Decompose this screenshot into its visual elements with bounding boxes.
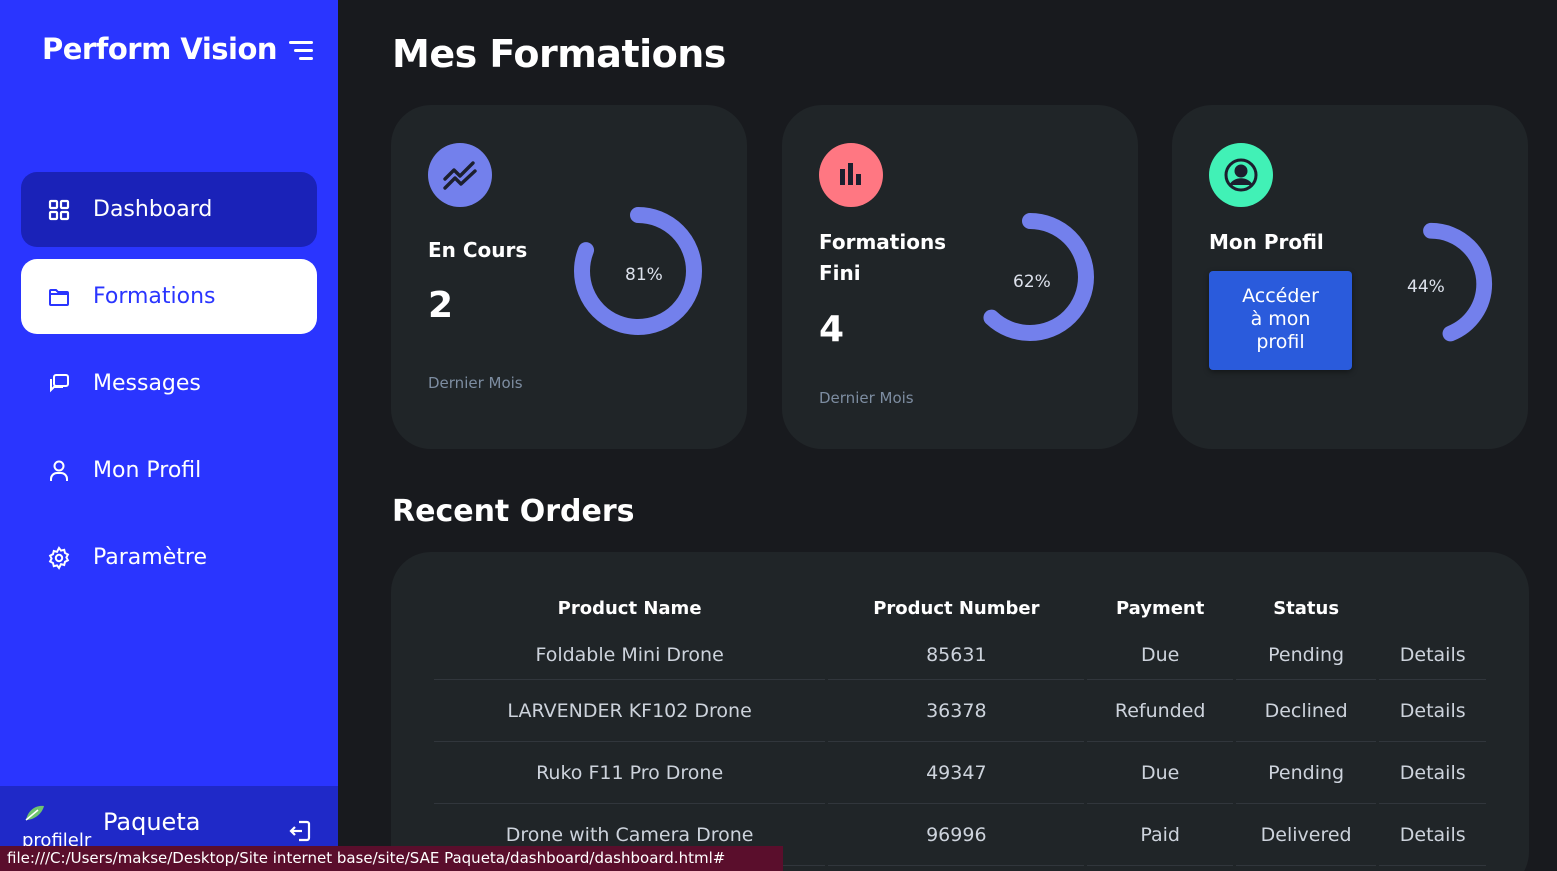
sidebar-item-parametre[interactable]: Paramètre <box>21 520 317 595</box>
card-formations-fini: Formations Fini 4 Dernier Mois 62% <box>782 105 1138 449</box>
access-profile-button[interactable]: Accéder à mon profil <box>1209 271 1352 370</box>
details-link[interactable]: Details <box>1379 804 1486 866</box>
progress-percent: 44% <box>1407 277 1445 297</box>
progress-percent: 81% <box>625 265 663 285</box>
column-header: Status <box>1273 597 1340 619</box>
trending-icon <box>428 143 492 207</box>
main-content: Mes Formations En Cours 2 Dernier Mois 8… <box>338 0 1557 871</box>
card-title-line: Formations <box>819 230 947 254</box>
table-header-row: Product Name Product Number Payment Stat… <box>434 586 1486 630</box>
grid-icon <box>48 199 70 220</box>
orders-card: Product Name Product Number Payment Stat… <box>391 552 1529 871</box>
brand-logo[interactable]: Perform Vision <box>42 32 278 66</box>
browser-status-url: file:///C:/Users/makse/Desktop/Site inte… <box>0 846 783 871</box>
column-header: Product Number <box>873 597 1040 619</box>
product-number: 85631 <box>828 630 1085 680</box>
payment: Refunded <box>1087 680 1233 742</box>
card-title: Formations Fini <box>819 227 946 289</box>
sidebar-item-label: Dashboard <box>93 197 213 222</box>
payment: Due <box>1087 742 1233 804</box>
sidebar-item-dashboard[interactable]: Dashboard <box>21 172 317 247</box>
status: Pending <box>1235 630 1377 680</box>
product-name: Ruko F11 Pro Drone <box>434 742 826 804</box>
card-value: 2 <box>428 285 454 326</box>
sidebar-item-formations[interactable]: Formations <box>21 259 317 334</box>
product-number: 96996 <box>828 804 1085 866</box>
card-value: 4 <box>819 309 845 350</box>
sidebar-item-label: Messages <box>93 371 201 396</box>
product-number: 49347 <box>828 742 1085 804</box>
sidebar-item-messages[interactable]: Messages <box>21 346 317 421</box>
sidebar-item-mon-profil[interactable]: Mon Profil <box>21 433 317 508</box>
page-title: Mes Formations <box>392 32 726 76</box>
product-number: 36378 <box>828 680 1085 742</box>
section-title-recent-orders: Recent Orders <box>392 494 635 529</box>
user-icon <box>50 460 68 481</box>
folder-icon <box>49 288 69 306</box>
details-link[interactable]: Details <box>1379 742 1486 804</box>
card-title-line: Fini <box>819 261 861 285</box>
menu-toggle-icon[interactable] <box>287 41 313 63</box>
details-link[interactable]: Details <box>1379 630 1486 680</box>
column-header: Payment <box>1115 597 1205 619</box>
user-circle-icon <box>1209 143 1273 207</box>
status: Delivered <box>1235 804 1377 866</box>
sidebar-item-label: Paramètre <box>93 545 207 570</box>
button-label-line: Accéder <box>1242 285 1319 307</box>
card-title: En Cours <box>428 238 528 262</box>
table-row: LARVENDER KF102 Drone 36378 Refunded Dec… <box>434 680 1486 742</box>
card-mon-profil: Mon Profil Accéder à mon profil 44% <box>1172 105 1528 449</box>
gear-icon <box>48 545 70 570</box>
details-link[interactable]: Details <box>1379 680 1486 742</box>
product-name: LARVENDER KF102 Drone <box>434 680 826 742</box>
card-en-cours: En Cours 2 Dernier Mois 81% <box>391 105 747 449</box>
payment: Due <box>1087 630 1233 680</box>
button-label-line: profil <box>1256 331 1305 353</box>
card-subtitle: Dernier Mois <box>819 389 914 407</box>
column-header <box>1379 586 1486 630</box>
table-row: Ruko F11 Pro Drone 49347 Due Pending Det… <box>434 742 1486 804</box>
sidebar-item-label: Formations <box>93 284 216 309</box>
sidebar: Perform Vision Dashboard Formations Mess… <box>0 0 338 871</box>
status: Pending <box>1235 742 1377 804</box>
card-title: Mon Profil <box>1209 230 1324 254</box>
bar-chart-icon <box>819 143 883 207</box>
messages-icon <box>50 373 69 392</box>
broken-image-icon <box>25 805 44 821</box>
button-label-line: à mon <box>1250 308 1311 330</box>
user-name: Paqueta <box>103 808 201 836</box>
card-subtitle: Dernier Mois <box>428 374 523 392</box>
orders-table: Product Name Product Number Payment Stat… <box>431 586 1489 866</box>
logout-icon[interactable] <box>287 818 313 844</box>
column-header: Product Name <box>557 597 702 619</box>
table-row: Foldable Mini Drone 85631 Due Pending De… <box>434 630 1486 680</box>
progress-percent: 62% <box>1013 272 1051 292</box>
status: Declined <box>1235 680 1377 742</box>
app-window: Perform Vision Dashboard Formations Mess… <box>0 0 1557 871</box>
product-name: Foldable Mini Drone <box>434 630 826 680</box>
payment: Paid <box>1087 804 1233 866</box>
sidebar-item-label: Mon Profil <box>93 458 202 483</box>
